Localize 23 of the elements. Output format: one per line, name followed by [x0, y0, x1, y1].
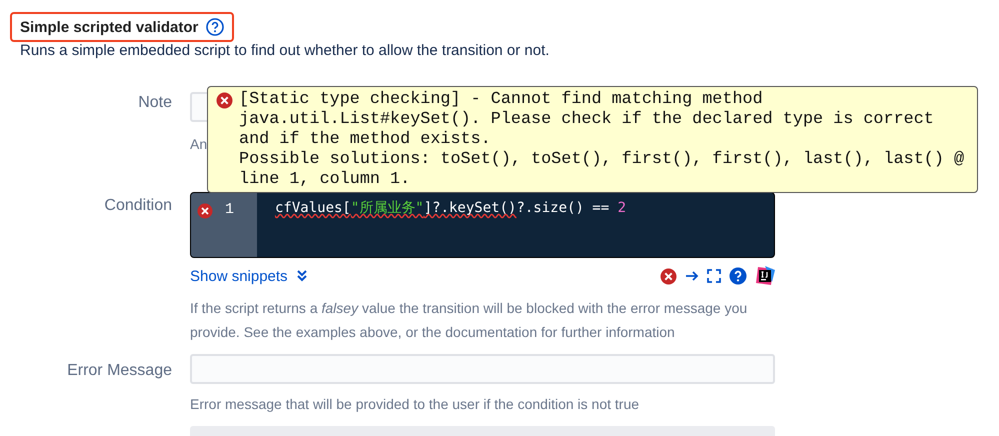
field-label: Error Message — [66, 361, 172, 380]
ide-logo-icon[interactable] — [755, 266, 775, 286]
show-snippets-link[interactable]: Show snippets — [190, 268, 308, 284]
error-icon — [216, 92, 233, 109]
section-description: Runs a simple embedded script to find out whether to allow the transition or not. — [20, 42, 550, 59]
field-hint: Error message that will be provided to the user if the condition is not true — [190, 395, 640, 414]
code-line: cfValues["所属业务"]?.keySet()?.size() == 2 — [274, 199, 626, 218]
field-label: Note — [137, 93, 172, 112]
field-label: Condition — [103, 196, 172, 215]
code-editor[interactable]: 1 cfValues["所属业务"]?.keySet()?.size() == 2 — [190, 192, 775, 258]
section-title: Simple scripted validator — [20, 18, 198, 36]
fullscreen-icon[interactable] — [707, 269, 721, 283]
field-hint: An — [190, 136, 208, 152]
error-icon — [197, 203, 213, 219]
help-text: If the script returns a falsey value the transition will be blocked with the error message you provide. See the examples above, or the documentation for further information — [190, 299, 748, 342]
line-number: 1 — [225, 201, 234, 218]
input-field[interactable] — [190, 354, 775, 384]
arrow-right-icon[interactable] — [685, 269, 699, 283]
help-icon[interactable] — [729, 267, 747, 285]
error-icon — [660, 268, 677, 284]
double-chevron-icon — [296, 269, 308, 283]
help-icon[interactable] — [206, 18, 224, 36]
tooltip-message: [Static type checking] - Cannot find matching method java.util.List#keySet(). Please check if the declared type is correct and if the method exists. Possible solutions: toSet(), toSet(), first(), first(), last(), last() @ line 1, column 1. — [239, 90, 966, 189]
